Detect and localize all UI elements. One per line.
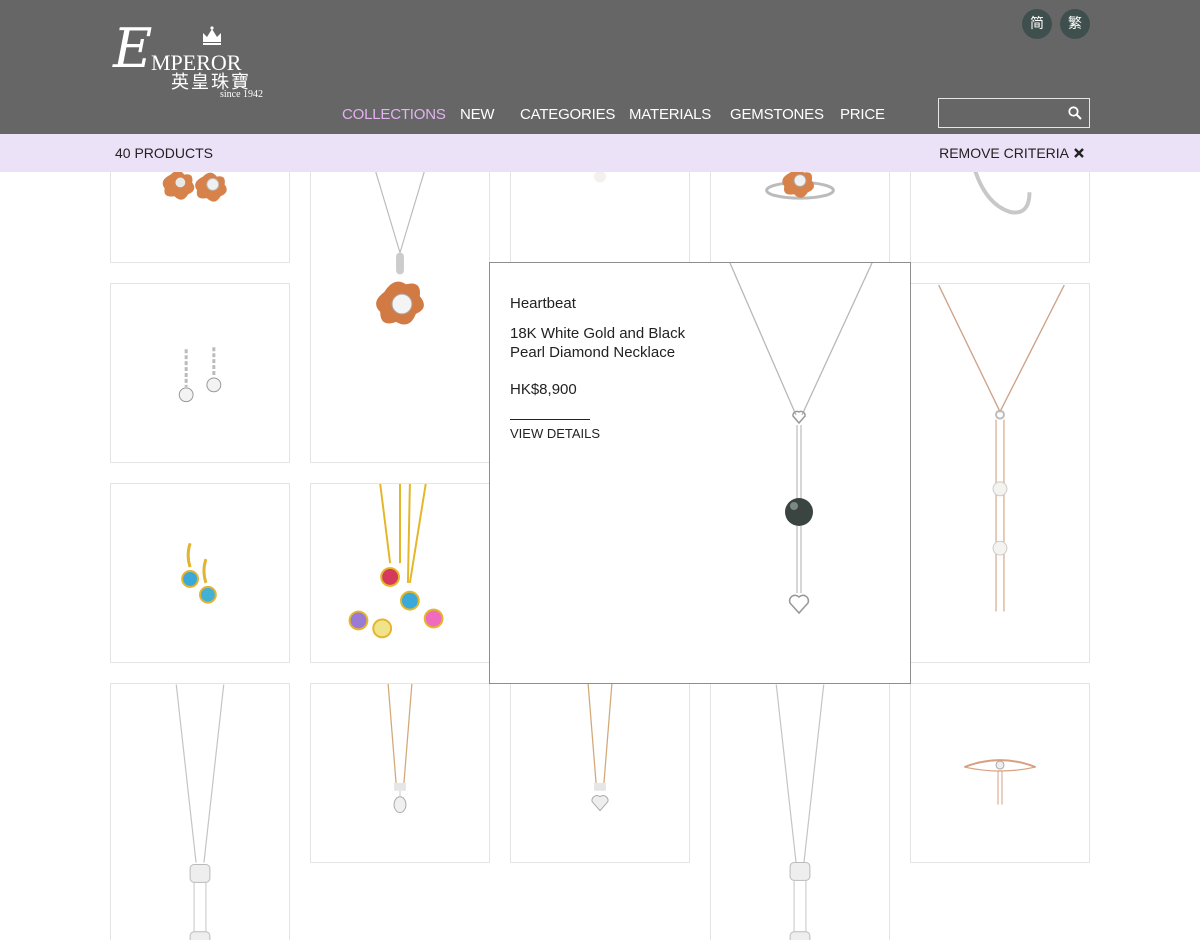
product-tile[interactable] <box>110 172 290 263</box>
nav-new[interactable]: NEW <box>460 106 495 123</box>
product-tile[interactable] <box>510 172 690 263</box>
nav-price[interactable]: PRICE <box>840 106 885 123</box>
product-tile[interactable] <box>910 283 1090 663</box>
product-tile[interactable] <box>510 683 690 863</box>
product-tile[interactable] <box>710 683 890 940</box>
nav-gemstones[interactable]: GEMSTONES <box>730 106 824 123</box>
logo-since: since 1942 <box>220 89 264 100</box>
nav-collections[interactable]: COLLECTIONS <box>342 106 446 123</box>
product-tile[interactable] <box>910 683 1090 863</box>
close-icon <box>1074 148 1084 158</box>
blue-topaz-earrings-image <box>181 542 217 604</box>
rose-gold-bracelet-image <box>964 759 1036 805</box>
emperor-logo[interactable]: E MPEROR 英皇珠寶 since 1942 <box>113 22 265 101</box>
product-name: 18K White Gold and Black Pearl Diamond N… <box>510 325 686 361</box>
crown-icon <box>203 26 221 45</box>
flower-earrings-image <box>162 172 227 202</box>
rose-gold-pearl-necklace-image <box>938 284 1065 612</box>
gold-heart-necklace-image <box>587 684 613 812</box>
divider <box>510 419 590 420</box>
product-tile[interactable] <box>310 172 490 463</box>
white-gold-lariat-image <box>175 684 225 940</box>
bangle-image <box>973 172 1032 215</box>
view-details-link[interactable]: VIEW DETAILS <box>510 426 600 441</box>
remove-criteria-label: REMOVE CRITERIA <box>939 145 1069 161</box>
product-tile[interactable] <box>710 172 890 263</box>
white-gold-lariat-image <box>775 684 825 940</box>
flower-pendant-image <box>375 172 425 325</box>
product-image <box>594 172 606 183</box>
product-count: 40 PRODUCTS <box>115 145 214 161</box>
remove-criteria-button[interactable]: REMOVE CRITERIA <box>939 145 1084 161</box>
product-tile[interactable] <box>310 483 490 663</box>
product-quickview[interactable]: Heartbeat 18K White Gold and Black Pearl… <box>489 262 911 684</box>
language-simplified-button[interactable]: 简 <box>1022 9 1052 39</box>
product-tile[interactable] <box>110 483 290 663</box>
nav-categories[interactable]: CATEGORIES <box>520 106 615 123</box>
filter-bar: 40 PRODUCTS REMOVE CRITERIA <box>0 134 1200 172</box>
product-tile[interactable] <box>110 683 290 940</box>
product-tile[interactable] <box>310 683 490 863</box>
colorful-charms-image <box>348 484 444 639</box>
product-collection: Heartbeat <box>510 295 576 312</box>
product-price: HK$8,900 <box>510 381 577 398</box>
product-tile[interactable] <box>910 172 1090 263</box>
gold-drop-necklace-image <box>387 684 413 814</box>
black-pearl-necklace-image <box>729 263 873 615</box>
language-traditional-button[interactable]: 繁 <box>1060 9 1090 39</box>
search-icon[interactable] <box>1068 106 1082 120</box>
nav-materials[interactable]: MATERIALS <box>629 106 711 123</box>
product-tile[interactable] <box>110 283 290 463</box>
search-input[interactable] <box>938 98 1090 128</box>
logo-initial: E <box>113 17 153 80</box>
flower-ring-image <box>765 172 835 200</box>
drop-earrings-image <box>178 347 222 403</box>
site-header: E MPEROR 英皇珠寶 since 1942 简 繁 COLLECTIONS… <box>0 0 1200 134</box>
